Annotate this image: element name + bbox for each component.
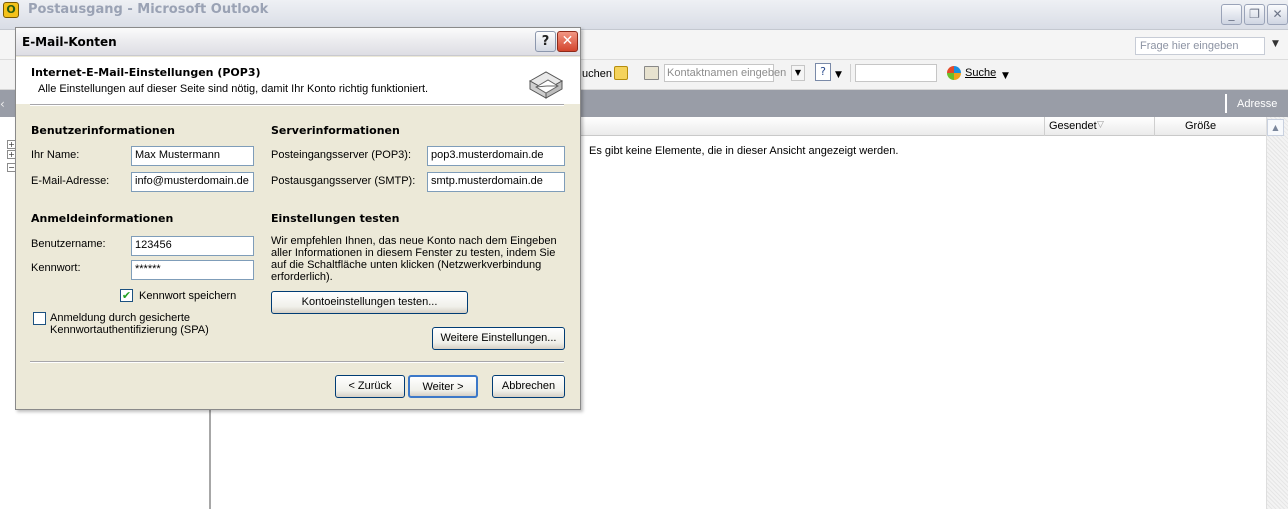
test-settings-section-title: Einstellungen testen bbox=[271, 212, 400, 225]
search-input[interactable] bbox=[855, 64, 937, 82]
spa-checkbox[interactable] bbox=[33, 312, 46, 325]
search-dropdown-arrow-icon[interactable]: ▼ bbox=[1002, 71, 1009, 81]
outgoing-server-field[interactable]: smtp.musterdomain.de bbox=[427, 172, 565, 192]
email-field[interactable]: info@musterdomain.de bbox=[131, 172, 254, 192]
dialog-help-button[interactable]: ? bbox=[535, 31, 556, 52]
name-label: Ihr Name: bbox=[31, 149, 80, 161]
help-menu-arrow-icon[interactable]: ▼ bbox=[835, 70, 842, 80]
next-button[interactable]: Weiter > bbox=[408, 375, 478, 398]
column-header-size[interactable]: Größe bbox=[1154, 117, 1264, 136]
password-label: Kennwort: bbox=[31, 262, 81, 274]
dialog-close-button[interactable]: ✕ bbox=[557, 31, 578, 52]
scroll-up-arrow-icon[interactable]: ▲ bbox=[1267, 119, 1284, 136]
test-account-settings-button[interactable]: Kontoeinstellungen testen... bbox=[271, 291, 468, 314]
email-label: E-Mail-Adresse: bbox=[31, 175, 110, 187]
user-info-section-title: Benutzerinformationen bbox=[31, 124, 176, 137]
search-button-label[interactable]: Suche bbox=[965, 67, 996, 79]
name-field[interactable]: Max Mustermann bbox=[131, 146, 254, 166]
incoming-server-field[interactable]: pop3.musterdomain.de bbox=[427, 146, 565, 166]
contacts-book-icon bbox=[644, 66, 659, 80]
password-field[interactable]: ****** bbox=[131, 260, 254, 280]
sort-descending-icon: ▽ bbox=[1097, 120, 1104, 130]
test-settings-description: Wir empfehlen Ihnen, das neue Konto nach… bbox=[271, 235, 557, 283]
login-info-section-title: Anmeldeinformationen bbox=[31, 212, 174, 225]
toolbar-separator bbox=[850, 64, 851, 82]
footer-divider bbox=[30, 361, 564, 363]
mail-envelope-icon bbox=[528, 68, 564, 100]
outlook-app-icon: O bbox=[3, 2, 19, 18]
search-icon[interactable] bbox=[947, 66, 961, 80]
spa-label[interactable]: Anmeldung durch gesicherte Kennwortauthe… bbox=[50, 312, 250, 336]
remember-password-label[interactable]: Kennwort speichern bbox=[139, 290, 236, 302]
contact-dropdown-arrow-icon[interactable]: ▼ bbox=[791, 65, 805, 81]
help-icon[interactable]: ? bbox=[815, 63, 831, 81]
back-button[interactable]: < Zurück bbox=[335, 375, 405, 398]
header-divider bbox=[30, 104, 564, 106]
dialog-title: E-Mail-Konten bbox=[22, 35, 117, 49]
address-header-label: Adresse bbox=[1237, 98, 1278, 110]
remember-password-checkbox[interactable]: ✔ bbox=[120, 289, 133, 302]
outgoing-server-label: Postausgangsserver (SMTP): bbox=[271, 175, 416, 187]
more-settings-button[interactable]: Weitere Einstellungen... bbox=[432, 327, 565, 350]
message-list-scrollbar[interactable] bbox=[1266, 117, 1288, 509]
help-question-input[interactable]: Frage hier eingeben bbox=[1135, 37, 1265, 55]
cancel-button[interactable]: Abbrechen bbox=[492, 375, 565, 398]
help-dropdown-arrow-icon[interactable]: ▼ bbox=[1272, 39, 1279, 49]
chevron-left-icon[interactable]: ‹ bbox=[0, 97, 10, 111]
address-book-icon[interactable] bbox=[614, 66, 628, 80]
header-separator bbox=[1225, 94, 1227, 113]
maximize-button[interactable]: ❐ bbox=[1244, 4, 1265, 25]
server-info-section-title: Serverinformationen bbox=[271, 124, 400, 137]
incoming-server-label: Posteingangsserver (POP3): bbox=[271, 149, 412, 161]
minimize-button[interactable]: _ bbox=[1221, 4, 1242, 25]
dialog-header-band bbox=[16, 57, 580, 104]
username-field[interactable]: 123456 bbox=[131, 236, 254, 256]
dialog-subheading: Alle Einstellungen auf dieser Seite sind… bbox=[38, 83, 429, 95]
dialog-heading: Internet-E-Mail-Einstellungen (POP3) bbox=[31, 66, 261, 79]
username-label: Benutzername: bbox=[31, 238, 106, 250]
contact-name-input[interactable]: Kontaktnamen eingeben bbox=[664, 64, 786, 82]
toolbar-find-label[interactable]: uchen bbox=[582, 68, 612, 80]
outlook-window-title: Postausgang - Microsoft Outlook bbox=[28, 2, 269, 17]
close-window-button[interactable]: ✕ bbox=[1267, 4, 1288, 25]
empty-view-message: Es gibt keine Elemente, die in dieser An… bbox=[589, 145, 899, 157]
